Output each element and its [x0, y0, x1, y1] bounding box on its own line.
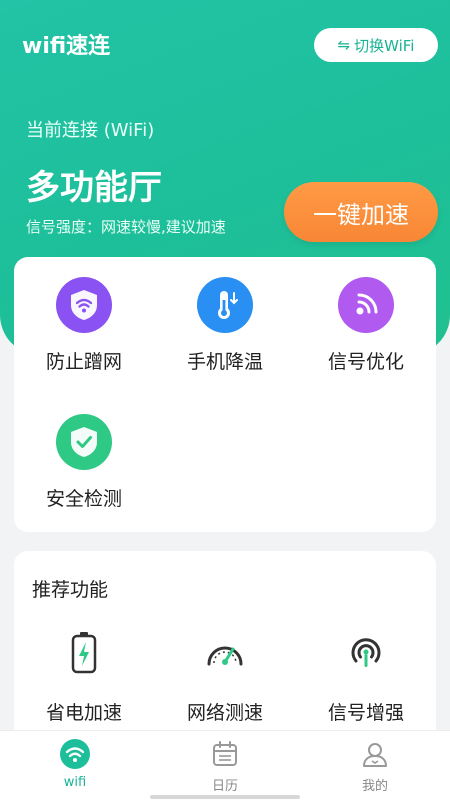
switch-wifi-label: 切换WiFi	[354, 36, 415, 55]
thermometer-icon	[197, 277, 253, 333]
calendar-icon	[210, 739, 240, 769]
feature-label: 安全检测	[45, 488, 122, 510]
feature-label: 手机降温	[186, 351, 263, 373]
signal-tower-icon	[341, 631, 391, 675]
battery-icon	[59, 631, 109, 675]
recommended-card: 推荐功能 省电加速 网络测速 信号增强	[14, 551, 436, 741]
bottom-tab-bar: wifi 日历 我的	[0, 730, 450, 800]
connection-label: 当前连接 (WiFi)	[26, 120, 155, 141]
feature-card: 防止蹭网 手机降温 信号优化 安全检测	[14, 257, 436, 532]
shield-check-icon	[56, 414, 112, 470]
feature-label: 防止蹭网	[45, 351, 122, 373]
home-indicator	[150, 795, 300, 799]
rec-label: 信号增强	[327, 702, 404, 724]
tab-profile[interactable]: 我的	[300, 731, 450, 800]
connection-name: 多功能厅	[26, 168, 162, 208]
rec-speed-test[interactable]: 网络测速	[155, 551, 295, 724]
rec-power-saving[interactable]: 省电加速	[14, 551, 154, 724]
rec-label: 网络测速	[186, 702, 263, 724]
signal-strength-text: 信号强度：网速较慢,建议加速	[26, 218, 226, 236]
feature-signal-optimize[interactable]: 信号优化	[296, 257, 436, 373]
shield-wifi-icon	[56, 277, 112, 333]
tab-wifi[interactable]: wifi	[0, 731, 150, 800]
feature-phone-cooling[interactable]: 手机降温	[155, 257, 295, 373]
signal-icon	[338, 277, 394, 333]
rec-signal-boost[interactable]: 信号增强	[296, 551, 436, 724]
feature-label: 信号优化	[327, 351, 404, 373]
tab-calendar[interactable]: 日历	[150, 731, 300, 800]
feature-anti-leech[interactable]: 防止蹭网	[14, 257, 154, 373]
speedometer-icon	[200, 631, 250, 675]
rec-label: 省电加速	[45, 702, 122, 724]
tab-label: wifi	[63, 775, 87, 790]
switch-wifi-button[interactable]: ⇋ 切换WiFi	[314, 28, 438, 62]
wifi-icon	[60, 739, 90, 769]
app-title: wifi速连	[22, 34, 111, 59]
profile-icon	[360, 739, 390, 769]
feature-security-check[interactable]: 安全检测	[14, 394, 154, 510]
tab-label: 我的	[361, 779, 388, 794]
swap-arrows-icon: ⇋	[337, 36, 351, 54]
tab-label: 日历	[211, 779, 238, 794]
one-key-boost-button[interactable]: 一键加速	[284, 182, 438, 242]
